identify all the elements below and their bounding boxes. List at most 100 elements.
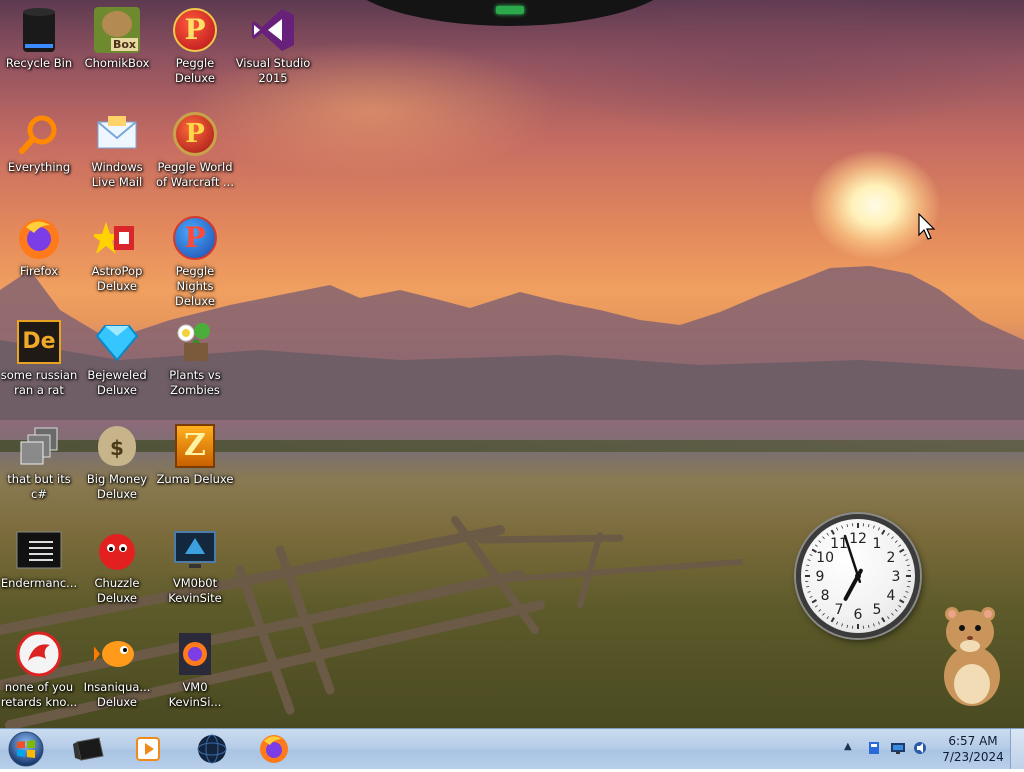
icon-label: that but its c# bbox=[0, 472, 78, 502]
desktop-icon-windows-live-mail[interactable]: Windows Live Mail bbox=[78, 110, 156, 190]
clock-tick bbox=[882, 618, 885, 622]
desktop-icon-firefox[interactable]: Firefox bbox=[0, 214, 78, 279]
peggle-icon: P bbox=[171, 214, 219, 262]
clock-tick bbox=[891, 537, 893, 539]
clock-tick bbox=[808, 591, 811, 592]
desktop-icon-bejeweled[interactable]: Bejeweled Deluxe bbox=[78, 318, 156, 398]
icon-label: Zuma Deluxe bbox=[156, 472, 234, 487]
clock-tick bbox=[810, 554, 813, 555]
desktop-icon-vm0-kevinsi[interactable]: VM0 KevinSi... bbox=[156, 630, 234, 710]
tray-overflow-chevron-icon[interactable]: ▲ bbox=[844, 741, 852, 752]
taskbar-firefox[interactable] bbox=[248, 731, 300, 767]
peggle-icon: P bbox=[171, 6, 219, 54]
show-desktop-button[interactable] bbox=[1010, 729, 1024, 769]
taskbar-media-player[interactable] bbox=[122, 731, 174, 767]
clock-tick bbox=[904, 596, 907, 597]
desktop-icon-peggle-wow[interactable]: P Peggle World of Warcraft ... bbox=[156, 110, 234, 190]
hamster-pet[interactable] bbox=[936, 598, 1006, 710]
clock-center-pin bbox=[855, 573, 861, 579]
clock-numeral: 10 bbox=[816, 550, 834, 566]
console-icon bbox=[15, 526, 63, 574]
volume-icon[interactable] bbox=[912, 740, 928, 756]
icon-label: AstroPop Deluxe bbox=[78, 264, 156, 294]
clock-tick bbox=[895, 609, 897, 611]
clock-face: 121234567891011 bbox=[801, 519, 915, 633]
clock-tick bbox=[823, 613, 825, 615]
clock-tick bbox=[823, 537, 825, 539]
desktop-wallpaper[interactable]: Recycle Bin Everything Firefox De some r… bbox=[0, 0, 1024, 728]
clock-tick bbox=[873, 526, 874, 529]
clock-tick bbox=[842, 624, 843, 627]
clock-tick bbox=[887, 533, 889, 535]
clock-tick bbox=[832, 530, 835, 534]
black-box-icon bbox=[71, 734, 105, 764]
clock-tick bbox=[868, 524, 869, 527]
clock-tick bbox=[847, 625, 848, 628]
mouse-cursor-icon bbox=[918, 213, 938, 241]
clock-tick bbox=[819, 609, 821, 611]
clock-tick bbox=[810, 596, 813, 597]
icon-label: VM0b0t KevinSite bbox=[156, 576, 234, 606]
chomikbox-icon: Box bbox=[93, 6, 141, 54]
globe-icon bbox=[196, 733, 228, 765]
desktop-icon-vm0b0t[interactable]: VM0b0t KevinSite bbox=[156, 526, 234, 606]
red-app-icon bbox=[15, 630, 63, 678]
start-button[interactable] bbox=[6, 730, 46, 768]
clock-tick bbox=[900, 550, 904, 553]
zuma-icon: Z bbox=[171, 422, 219, 470]
firefox-icon bbox=[258, 733, 290, 765]
clock-gadget[interactable]: 121234567891011 bbox=[796, 514, 920, 638]
clock-numeral: 7 bbox=[835, 602, 844, 618]
desktop-icon-insaniquarium[interactable]: Insaniqua... Deluxe bbox=[78, 630, 156, 710]
clock-tick bbox=[827, 616, 829, 618]
desktop-icon-none-of-you[interactable]: none of you retards kno... bbox=[0, 630, 78, 710]
desktop-icon-recycle-bin[interactable]: Recycle Bin bbox=[0, 6, 78, 71]
clock-tick bbox=[836, 528, 837, 531]
clock-tick bbox=[873, 624, 874, 627]
desktop-icon-endermancer[interactable]: Endermanc... bbox=[0, 526, 78, 591]
clock-tick bbox=[842, 526, 843, 529]
desktop-icon-visual-studio[interactable]: Visual Studio 2015 bbox=[234, 6, 312, 86]
icon-label: Insaniqua... Deluxe bbox=[78, 680, 156, 710]
desktop-icon-peggle-deluxe[interactable]: P Peggle Deluxe bbox=[156, 6, 234, 86]
clock-tick bbox=[887, 616, 889, 618]
clock-tick bbox=[898, 605, 900, 607]
desktop-icon-pvz[interactable]: Plants vs Zombies bbox=[156, 318, 234, 398]
desktop-icon-russian-rat[interactable]: De some russian ran a rat bbox=[0, 318, 78, 398]
desktop-icon-chuzzle[interactable]: Chuzzle Deluxe bbox=[78, 526, 156, 606]
desktop-icon-chomikbox[interactable]: Box ChomikBox bbox=[78, 6, 156, 71]
astropop-icon bbox=[93, 214, 141, 262]
clock-tick bbox=[815, 545, 817, 547]
network-icon[interactable] bbox=[890, 740, 906, 756]
clock-tick bbox=[891, 613, 893, 615]
clock-tick bbox=[819, 541, 821, 543]
fish-icon bbox=[93, 630, 141, 678]
desktop-icon-big-money[interactable]: $ Big Money Deluxe bbox=[78, 422, 156, 502]
desktop-icon-peggle-nights[interactable]: P Peggle Nights Deluxe bbox=[156, 214, 234, 309]
clock-tick bbox=[827, 533, 829, 535]
icon-label: Big Money Deluxe bbox=[78, 472, 156, 502]
tray-app-icon[interactable] bbox=[866, 740, 882, 756]
desktop-icon-astropop[interactable]: AstroPop Deluxe bbox=[78, 214, 156, 294]
desktop-icon-everything[interactable]: Everything bbox=[0, 110, 78, 175]
taskbar-globe[interactable] bbox=[186, 731, 238, 767]
clock-numeral: 5 bbox=[873, 602, 882, 618]
clock-tick bbox=[898, 545, 900, 547]
clock-numeral: 2 bbox=[886, 550, 895, 566]
magnifier-icon bbox=[15, 110, 63, 158]
icon-label: VM0 KevinSi... bbox=[156, 680, 234, 710]
indicator-led bbox=[496, 6, 524, 14]
clock-tick bbox=[812, 600, 816, 603]
desktop-icon-that-but-csharp[interactable]: that but its c# bbox=[0, 422, 78, 502]
clock-tick bbox=[895, 541, 897, 543]
icon-label: Plants vs Zombies bbox=[156, 368, 234, 398]
recycle-bin-icon bbox=[15, 6, 63, 54]
clock-tick bbox=[847, 524, 848, 527]
tray-clock[interactable]: 6:57 AM 7/23/2024 bbox=[932, 733, 1014, 765]
clock-numeral: 9 bbox=[816, 569, 825, 585]
icon-label: Visual Studio 2015 bbox=[234, 56, 312, 86]
vm-icon bbox=[171, 526, 219, 574]
taskbar-app-black-box[interactable] bbox=[62, 731, 114, 767]
icon-label: Peggle World of Warcraft ... bbox=[156, 160, 234, 190]
desktop-icon-zuma[interactable]: Z Zuma Deluxe bbox=[156, 422, 234, 487]
